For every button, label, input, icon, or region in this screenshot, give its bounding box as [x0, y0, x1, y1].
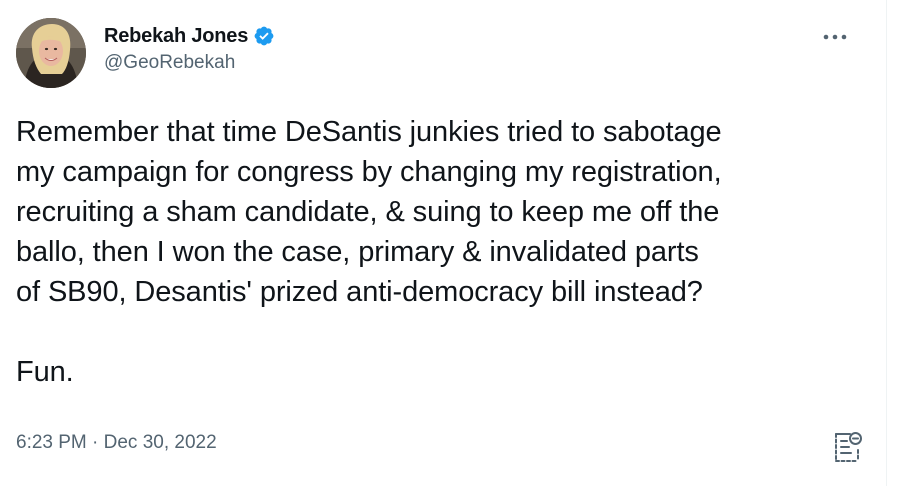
- view-tweet-activity-button[interactable]: [833, 430, 863, 464]
- profile-photo: [16, 18, 86, 88]
- tweet-text: Remember that time DeSantis junkies trie…: [16, 116, 722, 388]
- tweet-card: Rebekah Jones @GeoRebekah Remember that …: [0, 0, 887, 486]
- avatar[interactable]: [16, 18, 86, 88]
- more-horizontal-icon: [823, 34, 847, 40]
- more-options-button[interactable]: [820, 22, 850, 52]
- tweet-header: Rebekah Jones @GeoRebekah: [16, 18, 868, 90]
- tweet-timestamp[interactable]: 6:23 PM · Dec 30, 2022: [16, 432, 217, 454]
- tweet-activity-icon: [835, 432, 862, 462]
- name-row: Rebekah Jones: [104, 22, 275, 50]
- author-block: Rebekah Jones @GeoRebekah: [104, 22, 275, 74]
- user-handle[interactable]: @GeoRebekah: [104, 52, 275, 74]
- display-name[interactable]: Rebekah Jones: [104, 25, 248, 48]
- verified-badge-icon: [253, 25, 275, 47]
